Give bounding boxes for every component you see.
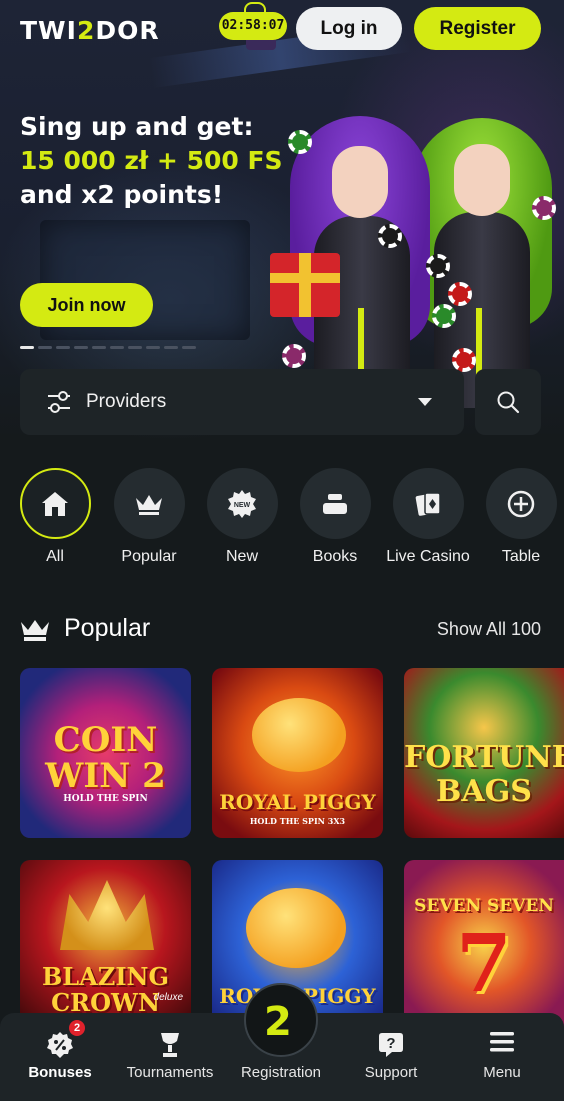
- category-popular[interactable]: Popular: [104, 468, 194, 566]
- register-button[interactable]: Register: [414, 7, 541, 50]
- game-card-coin-win[interactable]: COIN WIN 2 HOLD THE SPIN: [20, 668, 191, 838]
- poker-chip-icon: [282, 344, 306, 368]
- filter-icon: [48, 391, 70, 413]
- logo-icon: 2: [264, 999, 292, 1045]
- home-icon: [42, 491, 68, 516]
- providers-label: Providers: [86, 391, 167, 412]
- gift-box-icon: [270, 253, 340, 317]
- poker-chip-icon: [448, 282, 472, 306]
- category-all[interactable]: All: [10, 468, 100, 566]
- bonus-timer[interactable]: 02:58:07: [219, 12, 287, 40]
- piggy-image: [246, 888, 346, 968]
- gift-icon: [242, 2, 266, 14]
- books-icon: [323, 493, 347, 514]
- svg-text:?: ?: [386, 1035, 395, 1052]
- hamburger-icon: [490, 1032, 514, 1052]
- search-icon: [497, 391, 520, 414]
- game-card-fortune-bags[interactable]: FORTUNE BAGS: [404, 668, 564, 838]
- top-bar: TWI2DOR 02:58:07 Log in Register: [0, 0, 564, 60]
- trophy-icon: [161, 1033, 179, 1057]
- poker-chip-icon: [426, 254, 450, 278]
- registration-logo-button[interactable]: 2: [244, 983, 318, 1057]
- category-live-casino[interactable]: Live Casino: [383, 468, 473, 566]
- chevron-down-icon: [418, 398, 432, 406]
- logo[interactable]: TWI2DOR: [20, 16, 160, 45]
- crown-icon: [136, 494, 162, 515]
- percent-icon: [47, 1032, 73, 1058]
- crown-image: [60, 880, 154, 950]
- nav-bonuses[interactable]: 2 Bonuses: [5, 1013, 115, 1101]
- nav-support[interactable]: ? Support: [336, 1013, 446, 1101]
- crown-icon: [21, 620, 49, 641]
- popular-section-header: Popular Show All 100: [20, 612, 541, 648]
- notification-badge: 2: [69, 1020, 85, 1036]
- game-card-royal-piggy[interactable]: ROYAL PIGGY HOLD THE SPIN 3X3: [212, 668, 383, 838]
- game-card-blazing-crown[interactable]: BLAZING CROWN deluxe: [20, 860, 191, 1030]
- search-button[interactable]: [475, 369, 541, 435]
- category-books[interactable]: Books: [290, 468, 380, 566]
- chip-icon: [507, 490, 535, 517]
- svg-text:NEW: NEW: [234, 502, 251, 509]
- providers-dropdown[interactable]: Providers: [20, 369, 464, 435]
- login-button[interactable]: Log in: [296, 7, 402, 50]
- game-card-seven-seven[interactable]: SEVEN SEVEN 7: [404, 860, 564, 1030]
- join-now-button[interactable]: Join now: [20, 283, 153, 327]
- nav-menu[interactable]: Menu: [447, 1013, 557, 1101]
- poker-chip-icon: [432, 304, 456, 328]
- section-title: Popular: [64, 614, 151, 642]
- carousel-dots[interactable]: [20, 346, 196, 349]
- poker-chip-icon: [288, 130, 312, 154]
- show-all-link[interactable]: Show All 100: [437, 619, 541, 640]
- category-table[interactable]: Table: [476, 468, 564, 566]
- question-icon: ?: [379, 1033, 403, 1057]
- poker-chip-icon: [378, 224, 402, 248]
- new-badge-icon: NEW: [228, 489, 256, 518]
- category-new[interactable]: NEW New: [197, 468, 287, 566]
- piggy-image: [252, 698, 346, 772]
- hero-illustration: [262, 108, 564, 408]
- cards-icon: [415, 491, 441, 516]
- hero-headline: Sing up and get: 15 000 zł + 500 FS and …: [20, 112, 283, 209]
- nav-tournaments[interactable]: Tournaments: [115, 1013, 225, 1101]
- category-tabs: All Popular NEW New Books Live Casino Ta…: [19, 468, 564, 578]
- poker-chip-icon: [532, 196, 556, 220]
